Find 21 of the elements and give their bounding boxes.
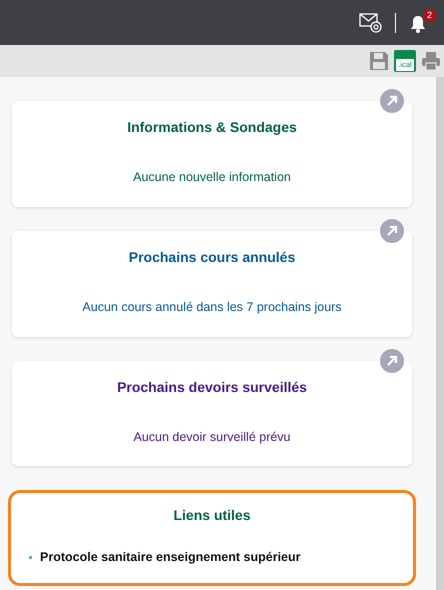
save-icon[interactable] [368,50,390,72]
notification-badge: 2 [423,8,436,22]
expand-button[interactable] [380,89,404,113]
bell-icon[interactable] [408,14,428,34]
arrow-icon [385,224,399,238]
card-title: Prochains cours annulés [128,248,296,267]
printer-icon[interactable] [420,50,442,72]
card-title: Prochains devoirs surveillés [117,378,307,396]
scrollbar[interactable] [436,77,444,590]
card-message: Aucun cours annulé dans les 7 prochains jours [82,298,342,316]
arrow-icon [385,94,399,108]
card-message: Aucun devoir surveillé prévu [133,428,291,446]
card-title: Liens utiles [173,506,251,526]
expand-button[interactable] [380,348,404,372]
mail-icon[interactable] [359,12,383,32]
expand-button[interactable] [380,218,404,243]
bullet-icon [29,556,32,560]
link[interactable]: Protocole sanitaire enseignement supérieur [40,548,300,567]
card-message: Aucune nouvelle information [133,169,291,186]
card-title: Informations & Sondages [127,118,297,137]
arrow-icon [385,354,399,368]
